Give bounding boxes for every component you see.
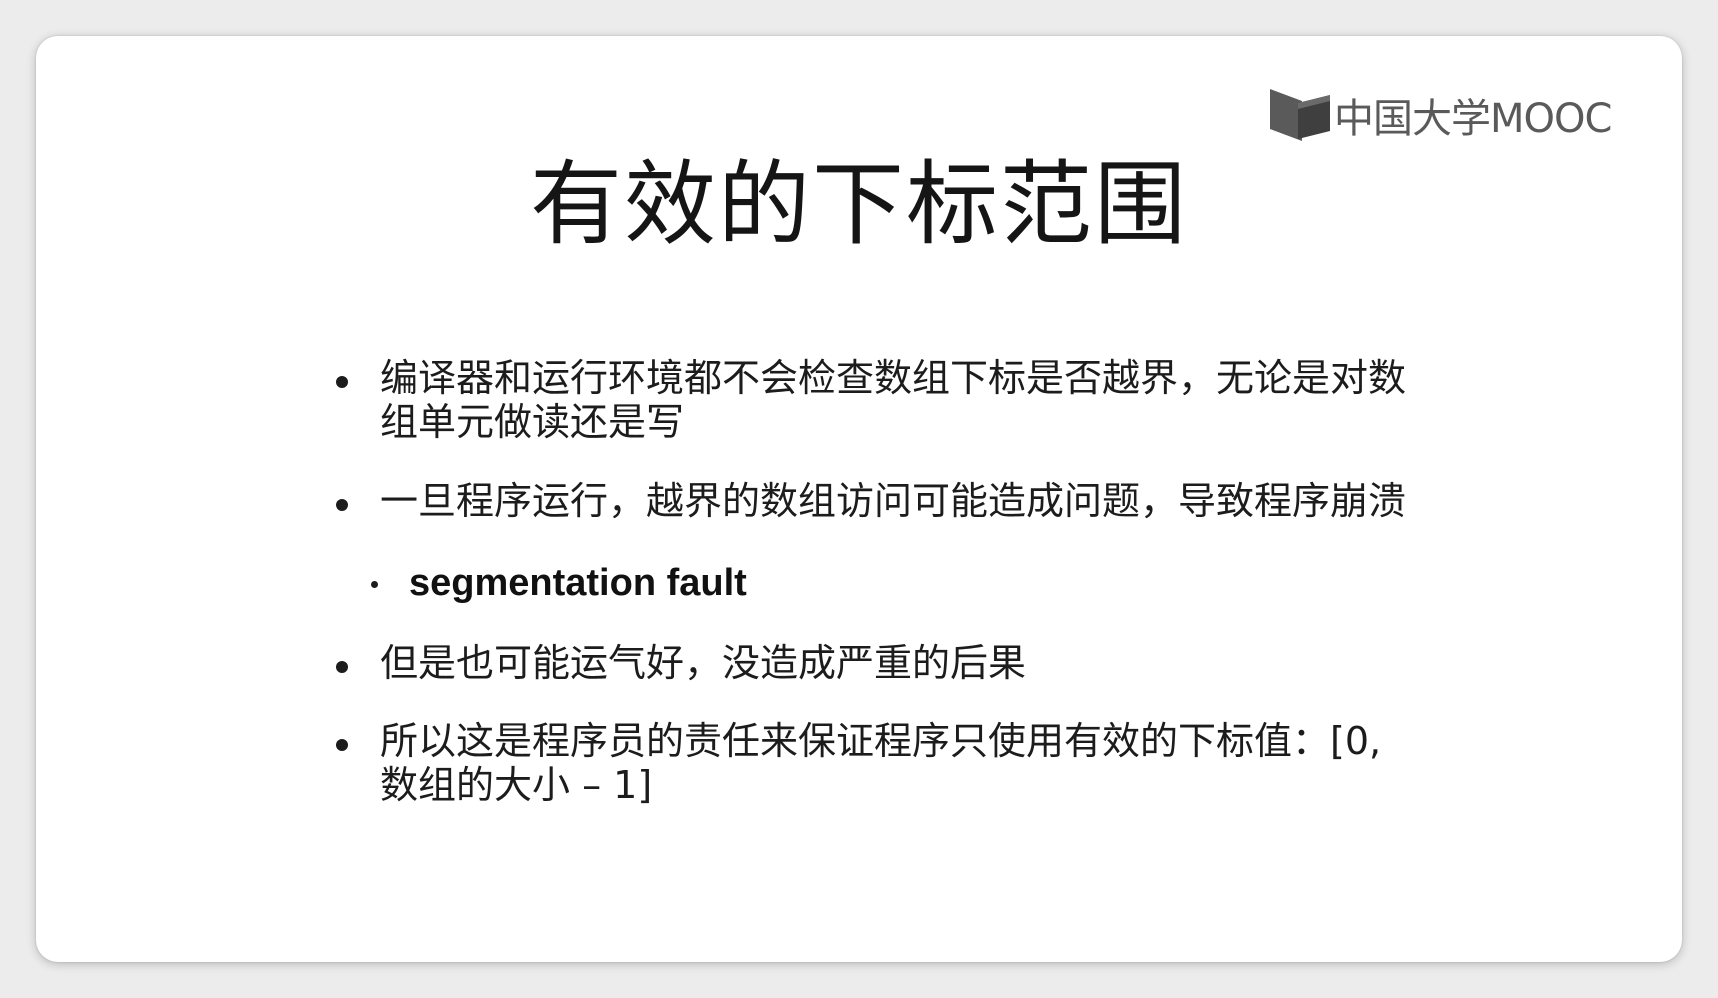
bullet-item: 所以这是程序员的责任来保证程序只使用有效的下标值：[0,数组的大小 – 1] <box>336 719 1416 807</box>
bullet-text: 所以这是程序员的责任来保证程序只使用有效的下标值：[0,数组的大小 – 1] <box>380 719 1382 807</box>
bullet-dot <box>336 739 348 751</box>
mooc-logo: 中国大学MOOC <box>1268 84 1612 146</box>
bullet-dot <box>336 499 348 511</box>
bullet-list: 编译器和运行环境都不会检查数组下标是否越界，无论是对数组单元做读还是写 一旦程序… <box>336 356 1416 807</box>
bullet-text: 但是也可能运气好，没造成严重的后果 <box>380 641 1027 685</box>
logo-text: 中国大学MOOC <box>1334 96 1612 142</box>
bullet-item: 编译器和运行环境都不会检查数组下标是否越界，无论是对数组单元做读还是写 <box>336 356 1416 444</box>
bullet-text: 一旦程序运行，越界的数组访问可能造成问题，导致程序崩溃 <box>380 479 1407 523</box>
bullet-item: 但是也可能运气好，没造成严重的后果 <box>336 641 1416 685</box>
sub-bullet-item: segmentation fault <box>336 561 1416 605</box>
bullet-dot <box>336 661 348 673</box>
bullet-dot <box>336 376 348 388</box>
mooc-book-icon <box>1270 89 1330 141</box>
bullet-text: 编译器和运行环境都不会检查数组下标是否越界，无论是对数组单元做读还是写 <box>380 356 1407 444</box>
sub-bullet-text: segmentation fault <box>409 562 747 604</box>
sub-bullet-dot <box>371 581 378 588</box>
bullet-item: 一旦程序运行，越界的数组访问可能造成问题，导致程序崩溃 <box>336 479 1416 523</box>
slide-title: 有效的下标范围 <box>529 151 1188 258</box>
video-frame: 中国大学MOOC 有效的下标范围 编译器和运行环境都不会检查数组下标是否越界，无… <box>0 0 1718 998</box>
slide: 中国大学MOOC 有效的下标范围 编译器和运行环境都不会检查数组下标是否越界，无… <box>36 36 1682 962</box>
